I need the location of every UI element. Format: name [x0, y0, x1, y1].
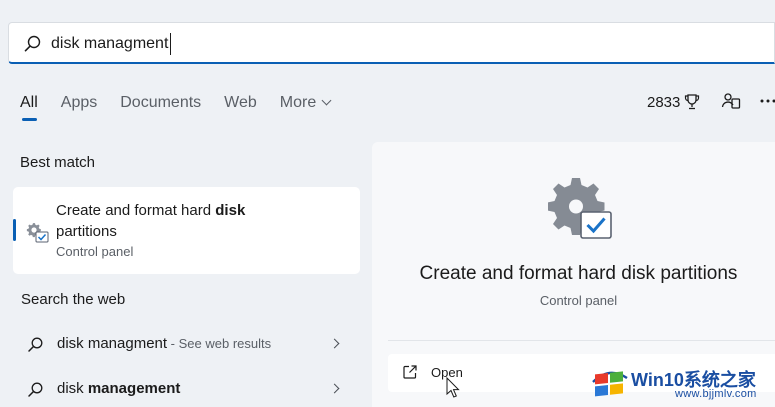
mouse-cursor-icon: [446, 377, 460, 398]
text-caret: [170, 33, 171, 55]
chevron-right-icon: [329, 383, 340, 394]
web-result-label: disk managment - See web results: [57, 335, 272, 352]
best-match-title: Create and format hard disk partitions: [56, 202, 246, 240]
tab-more[interactable]: More: [279, 92, 332, 116]
windows-logo-icon: [592, 371, 628, 397]
settings-check-icon: [548, 178, 612, 239]
divider: [388, 340, 775, 341]
search-icon: [24, 35, 41, 52]
tab-more-label: More: [279, 94, 317, 111]
search-web-heading: Search the web: [21, 291, 126, 308]
search-input[interactable]: [51, 32, 651, 56]
tab-web[interactable]: Web: [224, 92, 257, 116]
best-match-result[interactable]: Create and format hard disk partitions Co…: [13, 187, 360, 274]
best-match-heading: Best match: [20, 154, 96, 171]
search-icon: [28, 382, 43, 397]
open-external-icon: [403, 365, 417, 379]
rewards-points[interactable]: 2833: [647, 92, 700, 112]
web-result-row[interactable]: disk management: [13, 370, 360, 407]
watermark-url: www.bjjmlv.com: [675, 388, 757, 400]
filter-tabs: All Apps Documents Web More: [20, 92, 353, 122]
search-icon: [28, 337, 43, 352]
tab-apps[interactable]: Apps: [61, 92, 97, 116]
search-box[interactable]: [8, 22, 775, 64]
points-count: 2833: [647, 93, 681, 111]
tab-documents[interactable]: Documents: [120, 92, 201, 116]
web-result-row[interactable]: disk managment - See web results: [13, 325, 360, 363]
watermark: Win10系统之家 www.bjjmlv.com: [589, 361, 775, 405]
trophy-icon: [685, 94, 700, 110]
chevron-down-icon: [321, 95, 332, 106]
ellipsis-icon[interactable]: [760, 98, 775, 104]
chevron-right-icon: [329, 338, 340, 349]
detail-title: Create and format hard disk partitions: [419, 263, 738, 284]
settings-check-icon: [26, 223, 49, 243]
selection-indicator: [13, 219, 16, 241]
people-icon[interactable]: [721, 91, 741, 111]
detail-subtitle: Control panel: [539, 293, 618, 308]
web-result-label: disk management: [57, 380, 181, 397]
tab-all[interactable]: All: [20, 92, 38, 121]
best-match-subtitle: Control panel: [56, 244, 134, 259]
